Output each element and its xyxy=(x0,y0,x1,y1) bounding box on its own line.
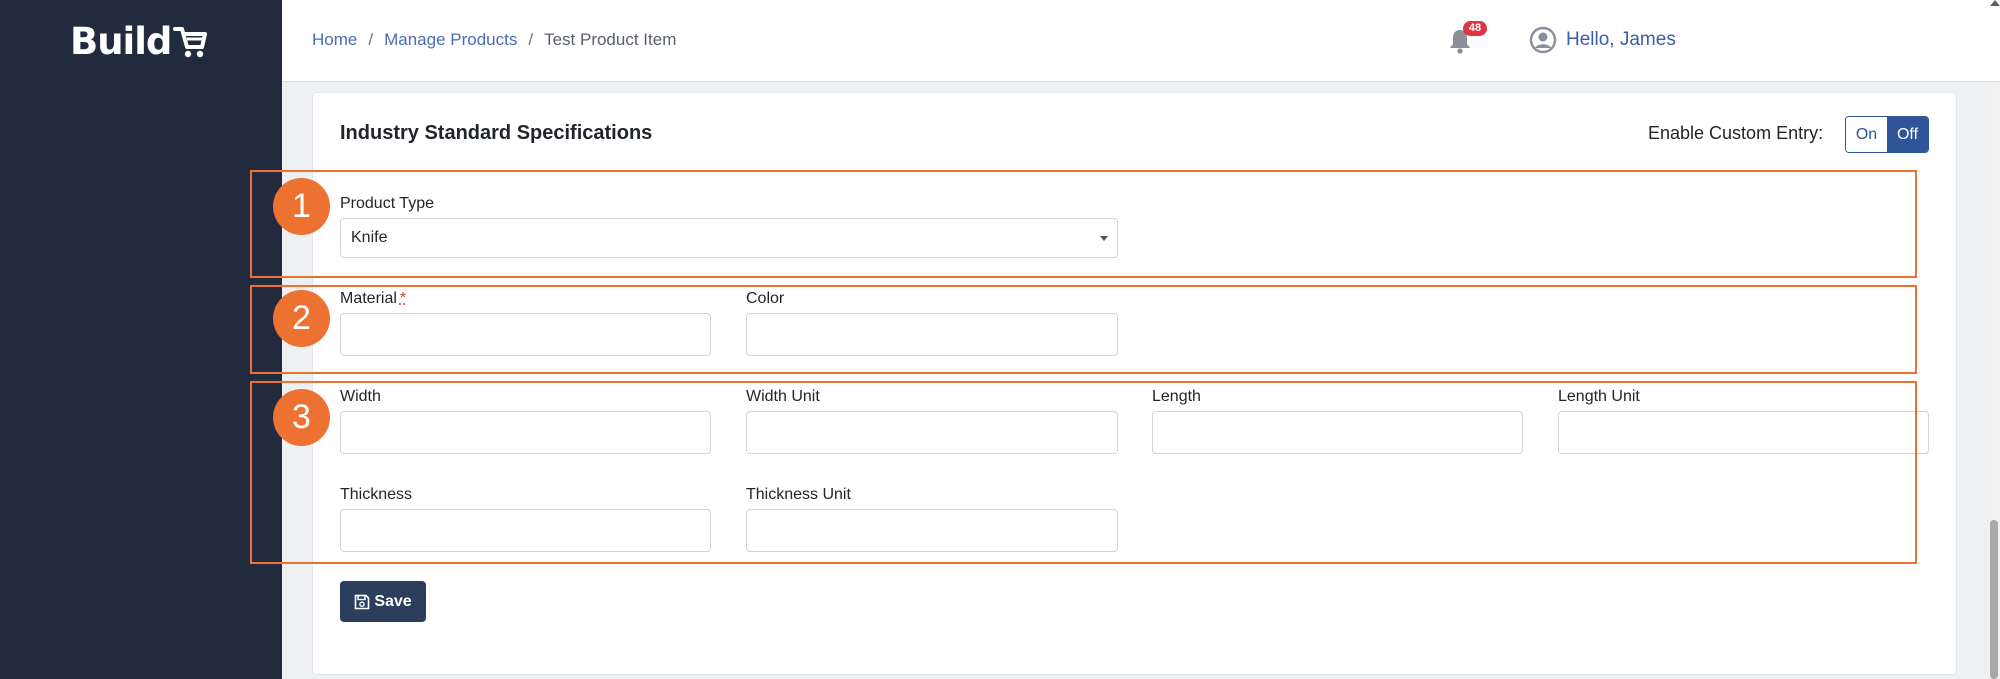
breadcrumb-home-link[interactable]: Home xyxy=(312,30,357,50)
toggle-off-button[interactable]: Off xyxy=(1887,117,1928,152)
sidebar: Build xyxy=(0,0,282,679)
scroll-up-arrow-icon[interactable] xyxy=(1990,0,2000,6)
scrollbar-thumb[interactable] xyxy=(1990,520,1998,679)
user-circle-icon xyxy=(1529,26,1557,54)
toggle-on-button[interactable]: On xyxy=(1846,117,1887,152)
custom-entry-toggle[interactable]: On Off xyxy=(1845,116,1929,153)
breadcrumb-current: Test Product Item xyxy=(544,30,677,49)
cart-icon xyxy=(173,26,208,57)
floppy-disk-icon xyxy=(355,594,370,609)
breadcrumb-separator: / xyxy=(368,30,374,49)
annotation-marker-3: 3 xyxy=(273,389,330,446)
custom-entry-label: Enable Custom Entry: xyxy=(1648,123,1824,143)
user-menu[interactable]: Hello, James xyxy=(1529,26,1676,54)
brand-logo[interactable]: Build xyxy=(70,20,208,63)
save-button[interactable]: Save xyxy=(340,581,426,622)
annotation-box-1 xyxy=(250,170,1917,278)
card-title: Industry Standard Specifications xyxy=(340,122,653,144)
breadcrumb-separator: / xyxy=(528,30,534,49)
annotation-box-2 xyxy=(250,285,1917,374)
annotation-marker-2: 2 xyxy=(273,290,330,347)
brand-logo-text: Build xyxy=(70,20,172,63)
annotation-box-3 xyxy=(250,381,1917,564)
breadcrumb: Home / Manage Products / Test Product It… xyxy=(312,30,676,50)
annotation-marker-1: 1 xyxy=(273,178,330,235)
user-greeting: Hello, James xyxy=(1566,29,1676,50)
breadcrumb-manage-products-link[interactable]: Manage Products xyxy=(384,30,517,50)
save-button-label: Save xyxy=(374,592,412,610)
top-header: Home / Manage Products / Test Product It… xyxy=(282,0,2000,82)
notification-badge: 48 xyxy=(1463,21,1487,36)
